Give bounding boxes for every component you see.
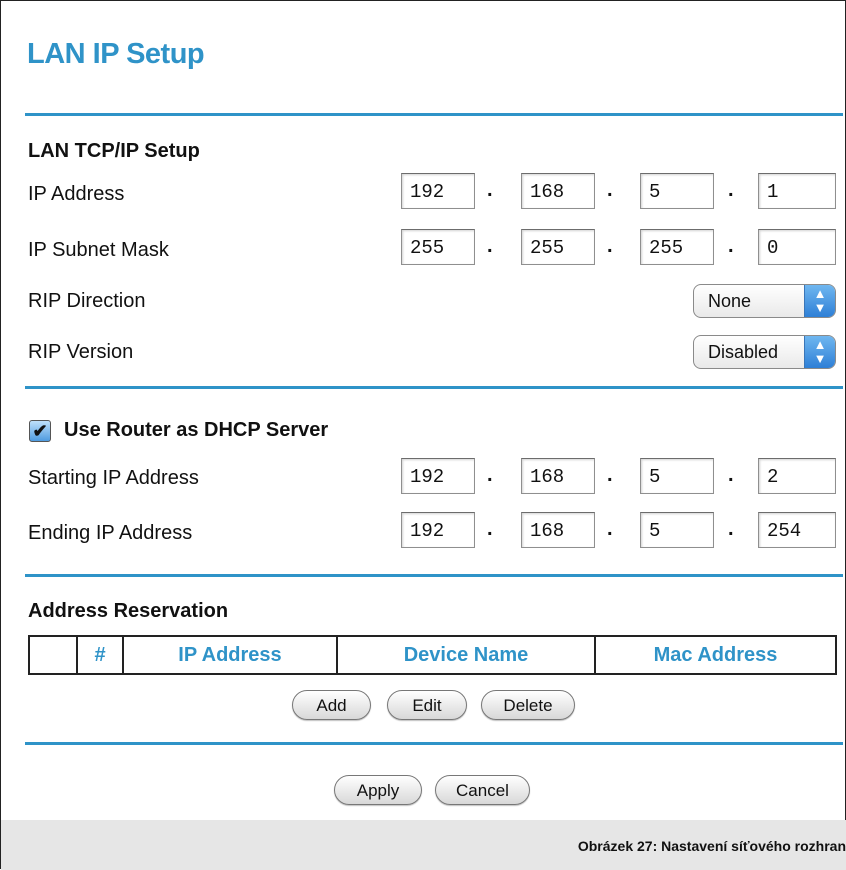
lan-section-title: LAN TCP/IP Setup <box>28 140 200 162</box>
divider <box>25 113 843 116</box>
subnet-mask-octet-4[interactable]: 0 <box>758 229 836 265</box>
apply-button[interactable]: Apply <box>334 775 422 805</box>
ending-ip-octet-3[interactable]: 5 <box>640 512 714 548</box>
subnet-mask-octet-1[interactable]: 255 <box>401 229 475 265</box>
octet-separator: . <box>607 518 613 540</box>
reservation-section-title: Address Reservation <box>28 600 229 622</box>
starting-ip-group: 192 . 168 . 5 . 2 <box>401 458 839 498</box>
starting-ip-octet-4[interactable]: 2 <box>758 458 836 494</box>
ending-ip-octet-4[interactable]: 254 <box>758 512 836 548</box>
subnet-mask-group: 255 . 255 . 255 . 0 <box>401 229 839 269</box>
octet-separator: . <box>728 235 734 257</box>
figure-caption: Obrázek 27: Nastavení síťového rozhran <box>577 838 846 854</box>
octet-separator: . <box>728 518 734 540</box>
dhcp-server-checkbox[interactable]: ✔ <box>29 420 51 442</box>
starting-ip-label: Starting IP Address <box>28 467 199 489</box>
subnet-mask-octet-3[interactable]: 255 <box>640 229 714 265</box>
rip-version-value: Disabled <box>708 342 779 362</box>
add-button[interactable]: Add <box>292 690 371 720</box>
rip-direction-value: None <box>708 291 752 311</box>
rip-direction-select[interactable]: None ▲ ▼ <box>693 284 836 318</box>
starting-ip-octet-1[interactable]: 192 <box>401 458 475 494</box>
column-header-ip-address: IP Address <box>122 635 338 675</box>
divider <box>25 386 843 389</box>
caption-bar: Obrázek 27: Nastavení síťového rozhran <box>1 820 846 870</box>
octet-separator: . <box>607 179 613 201</box>
octet-separator: . <box>487 518 493 540</box>
divider <box>25 742 843 745</box>
ip-address-octet-1[interactable]: 192 <box>401 173 475 209</box>
divider <box>25 574 843 577</box>
table-header-row: # IP Address Device Name Mac Address <box>28 635 837 675</box>
octet-separator: . <box>607 235 613 257</box>
rip-version-label: RIP Version <box>28 341 134 363</box>
edit-button[interactable]: Edit <box>387 690 467 720</box>
rip-direction-label: RIP Direction <box>28 290 146 312</box>
octet-separator: . <box>487 179 493 201</box>
octet-separator: . <box>607 464 613 486</box>
ip-address-label: IP Address <box>28 183 125 205</box>
starting-ip-octet-3[interactable]: 5 <box>640 458 714 494</box>
cancel-button[interactable]: Cancel <box>435 775 530 805</box>
ending-ip-label: Ending IP Address <box>28 522 193 544</box>
column-header-select <box>28 635 78 675</box>
subnet-mask-octet-2[interactable]: 255 <box>521 229 595 265</box>
column-header-number: # <box>76 635 124 675</box>
select-arrows-icon: ▲ ▼ <box>804 285 835 317</box>
ending-ip-octet-1[interactable]: 192 <box>401 512 475 548</box>
page-title: LAN IP Setup <box>27 38 205 70</box>
select-arrows-icon: ▲ ▼ <box>804 336 835 368</box>
column-header-device-name: Device Name <box>336 635 596 675</box>
subnet-mask-label: IP Subnet Mask <box>28 239 169 261</box>
checkmark-icon: ✔ <box>32 421 48 441</box>
ip-address-group: 192 . 168 . 5 . 1 <box>401 173 839 213</box>
dhcp-checkbox-label: Use Router as DHCP Server <box>64 419 329 441</box>
reservation-table: # IP Address Device Name Mac Address <box>28 635 837 675</box>
ending-ip-octet-2[interactable]: 168 <box>521 512 595 548</box>
rip-version-select[interactable]: Disabled ▲ ▼ <box>693 335 836 369</box>
ip-address-octet-2[interactable]: 168 <box>521 173 595 209</box>
octet-separator: . <box>728 464 734 486</box>
delete-button[interactable]: Delete <box>481 690 575 720</box>
ip-address-octet-4[interactable]: 1 <box>758 173 836 209</box>
ip-address-octet-3[interactable]: 5 <box>640 173 714 209</box>
ending-ip-group: 192 . 168 . 5 . 254 <box>401 512 839 552</box>
octet-separator: . <box>487 464 493 486</box>
octet-separator: . <box>728 179 734 201</box>
column-header-mac-address: Mac Address <box>594 635 837 675</box>
starting-ip-octet-2[interactable]: 168 <box>521 458 595 494</box>
octet-separator: . <box>487 235 493 257</box>
